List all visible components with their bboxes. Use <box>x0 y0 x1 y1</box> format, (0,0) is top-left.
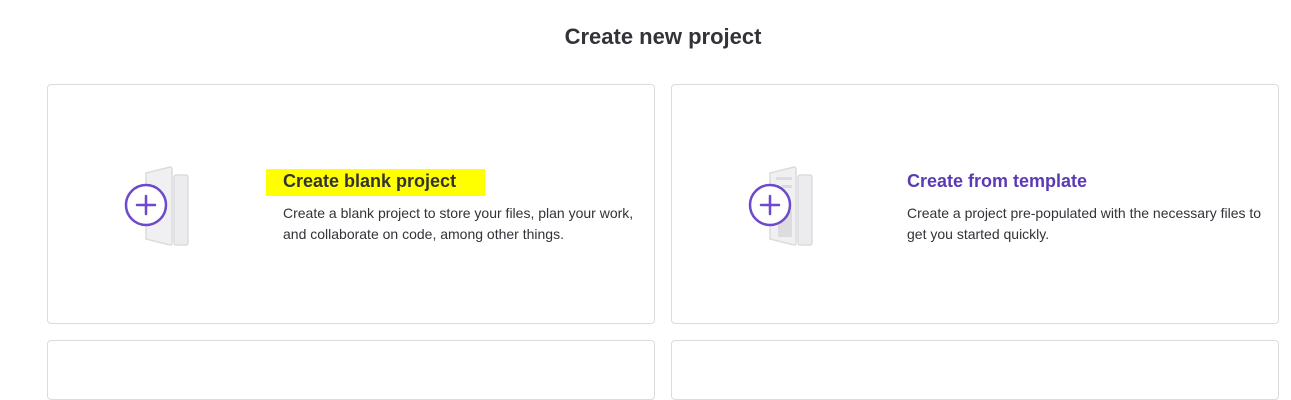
project-option-card[interactable] <box>47 340 655 400</box>
project-option-card[interactable] <box>671 340 1279 400</box>
blank-project-icon <box>124 166 189 246</box>
card-title: Create blank project <box>266 169 486 196</box>
card-description: Create a project pre-populated with the … <box>907 205 1262 242</box>
card-title: Create from template <box>907 171 1088 191</box>
page-title: Create new project <box>564 24 762 49</box>
template-project-icon <box>748 166 813 246</box>
create-blank-project-card[interactable]: Create blank project Create a blank proj… <box>47 84 655 324</box>
create-from-template-card[interactable]: Create from template Create a project pr… <box>671 84 1279 324</box>
card-description: Create a blank project to store your fil… <box>283 205 634 242</box>
